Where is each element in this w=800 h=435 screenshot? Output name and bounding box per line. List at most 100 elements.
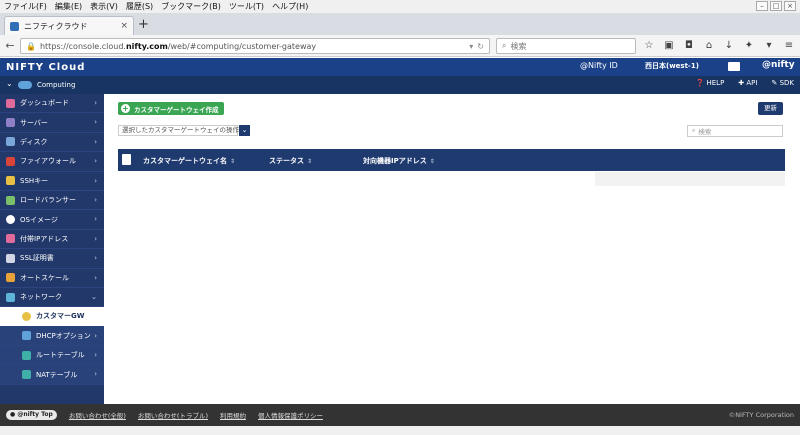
sidebar-item-os-images[interactable]: OSイメージ › — [0, 210, 104, 230]
sidebar-item-ssh-keys[interactable]: SSHキー › — [0, 172, 104, 191]
sidebar-item-dhcp-options[interactable]: DHCPオプション › — [0, 326, 104, 347]
chevron-down-icon[interactable]: ⌄ — [6, 79, 13, 88]
star-icon[interactable]: ☆ — [642, 39, 656, 53]
sort-icon: ⇕ — [230, 158, 236, 165]
dropdown-chevron-icon[interactable]: ▾ — [469, 42, 473, 51]
menu-history[interactable]: 履歴(S) — [126, 1, 153, 12]
chevron-right-icon: › — [94, 331, 97, 340]
browser-search[interactable]: ⌕ 検索 — [496, 38, 636, 54]
main-content: + カスタマーゲートウェイ作成 更新 選択したカスタマーゲートウェイの操作 ⌄ … — [104, 94, 800, 404]
browser-tab[interactable]: ニフティクラウド × — [4, 16, 134, 35]
select-all-checkbox[interactable] — [122, 154, 131, 165]
sidebar-item-firewall[interactable]: ファイアウォール › — [0, 152, 104, 172]
menu-help[interactable]: ヘルプ(H) — [272, 1, 308, 12]
more-icon[interactable]: ▾ — [762, 39, 776, 53]
chevron-right-icon: › — [94, 157, 97, 166]
column-header-ip[interactable]: 対向機器IPアドレス ⇕ — [363, 156, 435, 166]
help-link[interactable]: ❓ HELP — [696, 79, 725, 87]
brand-logo[interactable]: NIFTY Cloud — [6, 62, 85, 73]
sidebar-item-servers[interactable]: サーバー › — [0, 113, 104, 133]
service-switcher[interactable]: Computing — [18, 77, 104, 93]
filter-input[interactable]: ⌕ 検索 — [687, 125, 783, 137]
search-icon: ⌕ — [502, 41, 507, 50]
sidebar-item-customer-gw[interactable]: カスタマーGW — [0, 307, 104, 327]
clipboard-icon[interactable]: ▣ — [662, 39, 676, 53]
search-icon: ⌕ — [692, 127, 696, 134]
chevron-right-icon: › — [94, 118, 97, 127]
user-id-link[interactable]: @Nifty ID — [580, 61, 618, 70]
download-icon[interactable]: ↓ — [722, 39, 736, 53]
menu-edit[interactable]: 編集(E) — [55, 1, 82, 12]
chevron-right-icon: › — [94, 195, 97, 204]
network-icon — [6, 292, 15, 302]
key-icon — [6, 176, 15, 186]
cloud-icon — [22, 331, 31, 341]
sidebar-item-ssl-cert[interactable]: SSL証明書 › — [0, 249, 104, 269]
home-icon[interactable]: ⌂ — [702, 39, 716, 53]
help-links: ❓ HELP ✚ API ✎ SDK — [696, 79, 794, 87]
close-window-icon[interactable]: × — [784, 1, 796, 11]
app-header: NIFTY Cloud @Nifty ID 西日本(west-1) @nifty — [0, 58, 800, 76]
chevron-right-icon: › — [94, 99, 97, 107]
nifty-top-link[interactable]: ● @nifty Top — [6, 410, 57, 420]
chevron-right-icon: › — [94, 215, 97, 224]
sidebar-item-dashboard[interactable]: ダッシュボード › — [0, 94, 104, 114]
tab-title: ニフティクラウド — [24, 21, 88, 31]
table-header: カスタマーゲートウェイ名 ⇕ ステータス ⇕ 対向機器IPアドレス ⇕ — [118, 149, 785, 171]
footer: ● @nifty Top お問い合わせ(全般) お問い合わせ(トラブル) 利用規… — [0, 404, 800, 426]
server-icon — [6, 118, 15, 128]
reload-icon[interactable]: ↻ — [477, 42, 484, 51]
sidebar-item-load-balancer[interactable]: ロードバランサー › — [0, 191, 104, 211]
menu-tools[interactable]: ツール(T) — [229, 1, 264, 12]
sort-icon: ⇕ — [429, 158, 435, 165]
gateway-icon — [22, 311, 31, 321]
minimize-icon[interactable]: – — [756, 1, 768, 11]
footer-link-contact-trouble[interactable]: お問い合わせ(トラブル) — [138, 410, 208, 420]
bulk-action-select[interactable]: 選択したカスタマーゲートウェイの操作 — [118, 125, 239, 136]
back-icon[interactable]: ← — [3, 39, 17, 53]
addon-icon[interactable]: ✦ — [742, 39, 756, 53]
tab-strip: ニフティクラウド × + — [0, 13, 800, 35]
url-bar[interactable]: 🔒 https://console.cloud.nifty.com/web/#c… — [20, 38, 490, 54]
footer-link-terms[interactable]: 利用規約 — [220, 410, 246, 420]
sidebar-item-route-table[interactable]: ルートテーブル › — [0, 346, 104, 366]
pocket-icon[interactable]: ◘ — [682, 39, 696, 53]
sidebar-item-disk[interactable]: ディスク › — [0, 133, 104, 153]
footer-link-privacy[interactable]: 個人情報保護ポリシー — [258, 410, 323, 420]
menu-view[interactable]: 表示(V) — [90, 1, 118, 12]
menu-file[interactable]: ファイル(F) — [4, 1, 47, 12]
route-icon — [22, 350, 31, 360]
footer-link-contact-general[interactable]: お問い合わせ(全般) — [69, 410, 126, 420]
chevron-right-icon: › — [94, 351, 97, 360]
chevron-right-icon: › — [94, 370, 97, 379]
region-selector[interactable]: 西日本(west-1) — [645, 61, 699, 71]
copyright: ©NIFTY Corporation — [728, 411, 794, 419]
table-empty-row — [595, 172, 785, 186]
column-header-status[interactable]: ステータス ⇕ — [269, 156, 312, 166]
sidebar-item-autoscale[interactable]: オートスケール › — [0, 269, 104, 288]
create-customer-gateway-button[interactable]: + カスタマーゲートウェイ作成 — [118, 102, 224, 115]
new-tab-icon[interactable]: + — [138, 18, 149, 31]
sidebar-item-ip-address[interactable]: 付帯IPアドレス › — [0, 230, 104, 250]
hamburger-menu-icon[interactable]: ≡ — [782, 39, 796, 53]
column-header-name[interactable]: カスタマーゲートウェイ名 ⇕ — [143, 156, 235, 166]
tab-close-icon[interactable]: × — [120, 21, 128, 31]
load-balancer-icon — [6, 195, 15, 205]
language-flag-icon[interactable] — [728, 62, 740, 71]
disc-icon — [6, 215, 15, 225]
api-link[interactable]: ✚ API — [738, 79, 757, 87]
window-bottom-border — [0, 426, 800, 435]
sdk-link[interactable]: ✎ SDK — [771, 79, 794, 87]
chevron-down-icon[interactable]: ⌄ — [239, 125, 250, 136]
bar-graph-icon — [6, 273, 15, 283]
maximize-icon[interactable]: □ — [770, 1, 782, 11]
browser-navbar: ← 🔒 https://console.cloud.nifty.com/web/… — [0, 35, 800, 57]
chevron-right-icon: › — [94, 137, 97, 146]
sidebar: ダッシュボード › サーバー › ディスク › ファイアウォール › SSHキー › ロー… — [0, 94, 104, 404]
sidebar-item-nat-table[interactable]: NATテーブル › — [0, 365, 104, 385]
sidebar-item-network[interactable]: ネットワーク ⌄ — [0, 288, 104, 308]
chevron-right-icon: › — [94, 176, 97, 185]
menu-bookmarks[interactable]: ブックマーク(B) — [161, 1, 221, 12]
refresh-button[interactable]: 更新 — [758, 102, 783, 115]
nifty-logo[interactable]: @nifty — [762, 60, 795, 70]
